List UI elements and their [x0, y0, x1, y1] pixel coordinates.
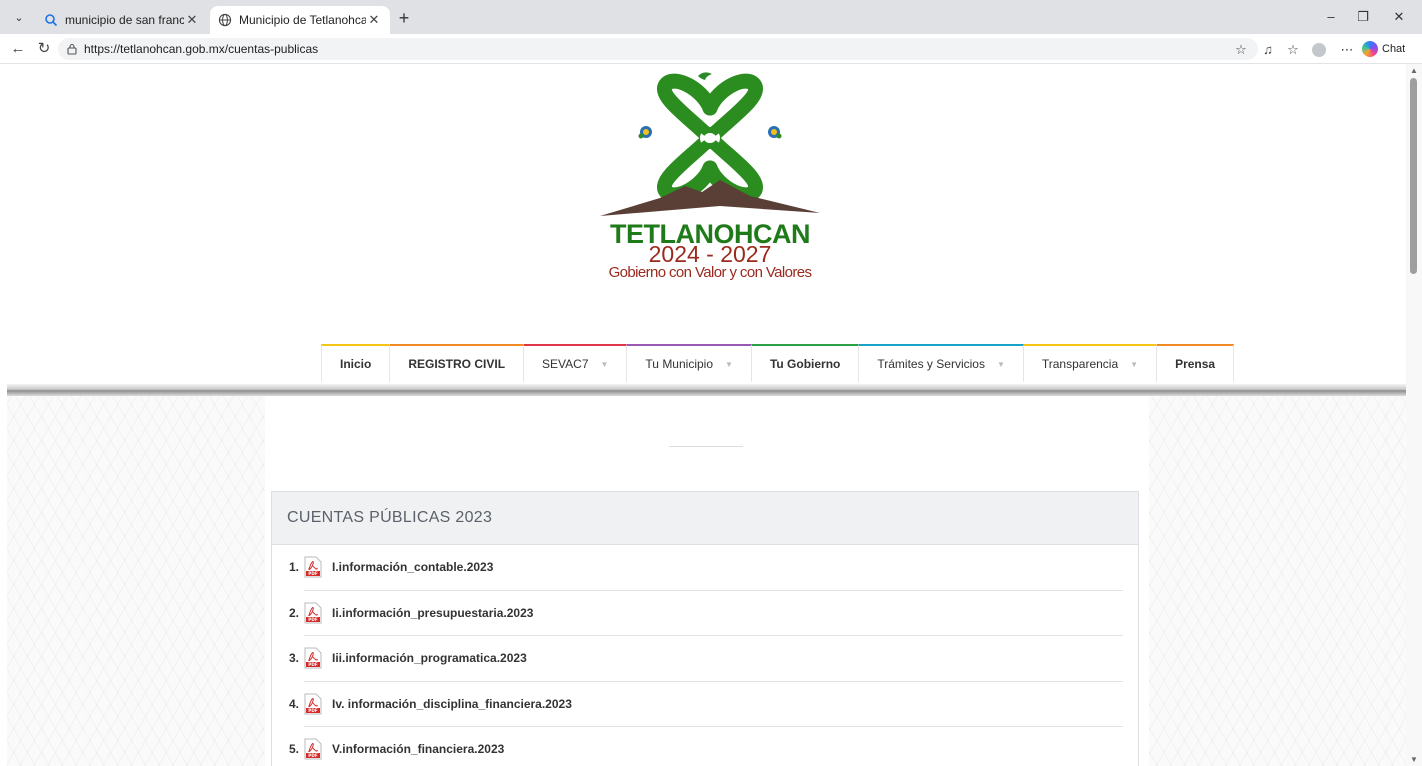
- favorite-star-icon[interactable]: ☆: [1232, 41, 1250, 59]
- back-button[interactable]: ←: [8, 39, 28, 59]
- nav-item-8[interactable]: Prensa: [1157, 344, 1235, 382]
- read-aloud-icon[interactable]: ♫: [1259, 41, 1277, 59]
- arrow-left-icon: ←: [10, 40, 26, 57]
- restore-button[interactable]: ❐: [1352, 9, 1374, 27]
- document-list: 1. PDF I.información_contable.2023 2. PDF Ii.…: [272, 545, 1138, 766]
- list-item: 1. PDF I.información_contable.2023: [289, 545, 1123, 591]
- tab-search[interactable]: municipio de san francisco tetlanc ✕: [36, 6, 208, 34]
- document-link[interactable]: Iv. información_disciplina_financiera.20…: [332, 697, 572, 711]
- nav-item-label: Prensa: [1175, 357, 1216, 371]
- page-scrollbar[interactable]: ▲ ▼: [1406, 64, 1422, 766]
- document-link[interactable]: Iii.información_programatica.2023: [332, 651, 527, 665]
- nav-item-5[interactable]: Tu Gobierno: [751, 344, 860, 382]
- knot-emblem-icon: [600, 72, 820, 216]
- caret-down-icon: ▼: [600, 359, 609, 369]
- close-tab-icon[interactable]: ✕: [366, 12, 382, 28]
- refresh-icon: ↻: [37, 40, 51, 57]
- svg-text:PDF: PDF: [308, 571, 318, 576]
- cuentas-publicas-panel: CUENTAS PÚBLICAS 2023 1. PDF I.información…: [271, 491, 1139, 766]
- nav-item-3[interactable]: SEVAC7 ▼: [524, 344, 628, 382]
- page-viewport: TETLANOHCAN 2024 - 2027 Gobierno con Val…: [7, 64, 1406, 766]
- chevron-down-icon: ⌄: [14, 12, 24, 24]
- section-divider: [669, 446, 743, 447]
- nav-item-label: Tu Gobierno: [769, 357, 841, 371]
- new-tab-button[interactable]: +: [394, 9, 414, 29]
- copilot-chat-button[interactable]: Chat: [1362, 39, 1405, 59]
- pdf-icon[interactable]: PDF: [304, 602, 322, 624]
- document-link[interactable]: V.información_financiera.2023: [332, 742, 504, 756]
- restore-icon: ❐: [1357, 9, 1369, 24]
- list-item: 3. PDF Iii.información_programatica.2023: [289, 636, 1123, 682]
- pdf-icon[interactable]: PDF: [304, 647, 322, 669]
- nav-item-6[interactable]: Trámites y Servicios ▼: [859, 344, 1024, 382]
- site-header: TETLANOHCAN 2024 - 2027 Gobierno con Val…: [7, 64, 1406, 384]
- pdf-icon[interactable]: PDF: [304, 693, 322, 715]
- pdf-icon[interactable]: PDF: [304, 738, 322, 760]
- nav-item-label: Transparencia: [1041, 357, 1119, 371]
- close-icon: ✕: [1393, 9, 1405, 24]
- tab-title: municipio de san francisco tetlanc: [65, 13, 184, 27]
- nav-item-label: Inicio: [340, 357, 372, 371]
- header-divider-bar: [7, 384, 1406, 396]
- minimize-button[interactable]: –: [1320, 9, 1342, 27]
- tab-list-button[interactable]: ⌄: [8, 8, 30, 28]
- more-options-icon[interactable]: ⋯: [1338, 41, 1356, 59]
- municipality-logo[interactable]: TETLANOHCAN 2024 - 2027 Gobierno con Val…: [590, 68, 830, 284]
- address-bar: ← ↻ https://tetlanohcan.gob.mx/cuentas-p…: [0, 34, 1422, 64]
- plus-icon: +: [398, 8, 410, 28]
- lock-icon: [67, 43, 77, 55]
- panel-title: CUENTAS PÚBLICAS 2023: [272, 492, 1138, 545]
- pdf-icon[interactable]: PDF: [304, 556, 322, 578]
- caret-down-icon: ▼: [1130, 359, 1139, 369]
- caret-down-icon: ▼: [996, 359, 1005, 369]
- minimize-icon: –: [1327, 9, 1335, 24]
- logo-slogan: Gobierno con Valor y con Valores: [608, 264, 812, 281]
- caret-down-icon: ▼: [725, 359, 733, 369]
- tab-tetlanohcan[interactable]: Municipio de Tetlanohcan ✕: [210, 6, 390, 34]
- svg-text:PDF: PDF: [308, 708, 318, 713]
- tab-title: Municipio de Tetlanohcan: [239, 13, 366, 27]
- svg-text:PDF: PDF: [308, 662, 318, 667]
- item-number: 2.: [289, 605, 300, 620]
- svg-text:PDF: PDF: [308, 617, 318, 622]
- nav-item-7[interactable]: Transparencia ▼: [1023, 344, 1158, 382]
- close-tab-icon[interactable]: ✕: [184, 12, 200, 28]
- nav-item-1[interactable]: Inicio: [321, 344, 391, 382]
- item-number: 1.: [289, 560, 300, 575]
- nav-item-label: REGISTRO CIVIL: [408, 357, 506, 371]
- globe-icon: [218, 13, 232, 27]
- item-number: 4.: [289, 696, 300, 711]
- search-icon: [45, 14, 58, 27]
- nav-item-4[interactable]: Tu Municipio ▼: [627, 344, 752, 382]
- document-link[interactable]: Ii.información_presupuestaria.2023: [332, 606, 533, 620]
- url-input[interactable]: https://tetlanohcan.gob.mx/cuentas-publi…: [58, 38, 1258, 60]
- favorites-icon[interactable]: ☆: [1284, 41, 1302, 59]
- nav-item-2[interactable]: REGISTRO CIVIL: [390, 344, 525, 382]
- item-number: 3.: [289, 651, 300, 666]
- list-item: 2. PDF Ii.información_presupuestaria.2023: [289, 591, 1123, 636]
- profile-avatar-icon[interactable]: [1310, 41, 1328, 59]
- nav-item-label: Tu Municipio: [645, 357, 714, 371]
- tab-bar: ⌄ municipio de san francisco tetlanc ✕ M…: [0, 0, 1422, 34]
- url-text: https://tetlanohcan.gob.mx/cuentas-publi…: [84, 42, 319, 56]
- list-item: 5. PDF V.información_financiera.2023: [289, 727, 1123, 766]
- main-navigation: Inicio REGISTRO CIVIL SEVAC7 ▼ Tu Municipio ▼…: [321, 344, 1235, 382]
- scroll-thumb[interactable]: [1410, 78, 1417, 274]
- copilot-icon: [1362, 41, 1378, 57]
- scroll-up-icon[interactable]: ▲: [1409, 66, 1419, 75]
- svg-text:PDF: PDF: [308, 753, 318, 758]
- nav-item-label: SEVAC7: [542, 357, 589, 371]
- close-window-button[interactable]: ✕: [1388, 9, 1410, 27]
- item-number: 5.: [289, 742, 300, 757]
- refresh-button[interactable]: ↻: [34, 39, 54, 59]
- nav-item-label: Trámites y Servicios: [877, 357, 985, 371]
- list-item: 4. PDF Iv. información_disciplina_financie…: [289, 682, 1123, 727]
- chat-label: Chat: [1382, 43, 1406, 55]
- document-link[interactable]: I.información_contable.2023: [332, 560, 493, 574]
- scroll-down-icon[interactable]: ▼: [1409, 755, 1419, 764]
